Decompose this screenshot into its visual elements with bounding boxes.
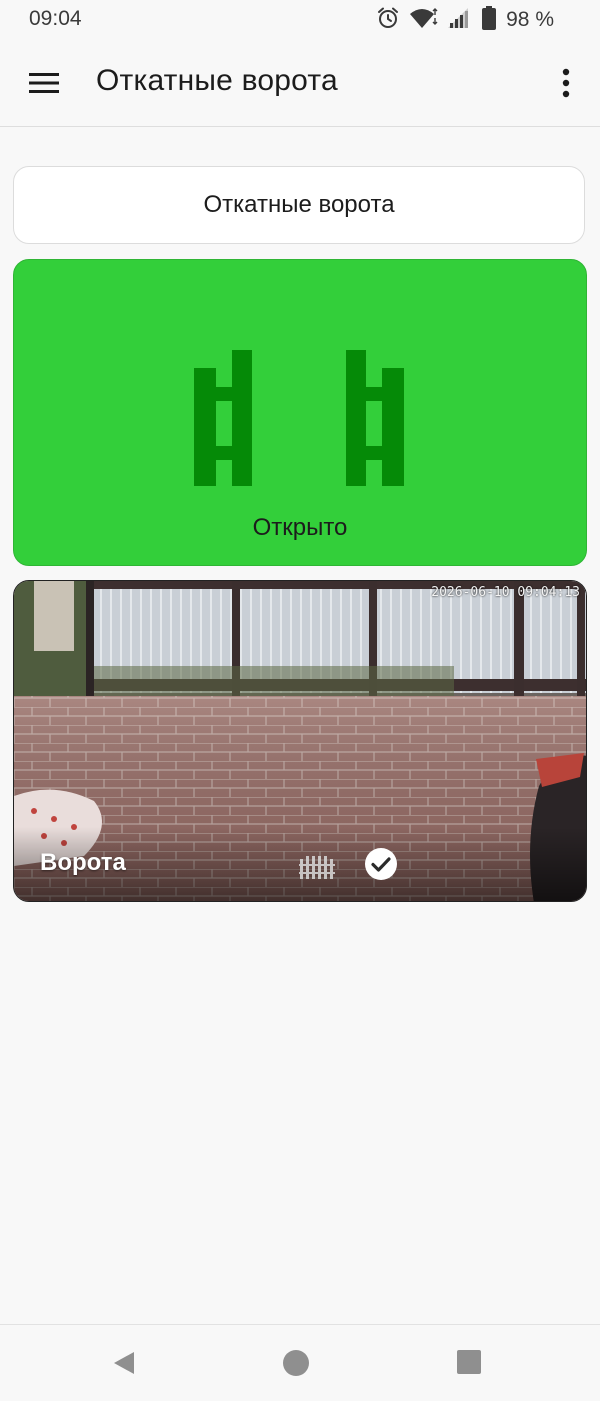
more-vert-icon [562,68,570,98]
page-title: Откатные ворота [96,64,338,97]
home-icon [283,1350,309,1376]
camera-preview[interactable]: 2026-06-10 09:04:13 Ворота [13,580,587,902]
signal-icon [446,6,474,35]
system-nav-bar [0,1324,600,1401]
back-icon [114,1352,134,1374]
recents-icon [457,1350,481,1374]
battery-icon [482,5,497,35]
status-icons: 98 % [376,5,554,35]
alarm-icon [376,6,400,35]
gate-status-card[interactable]: Открыто [13,259,587,566]
home-button[interactable] [282,1349,310,1382]
device-name-card: Откатные ворота [13,166,585,244]
camera-label: Ворота [40,849,126,876]
device-name: Откатные ворота [203,191,395,218]
camera-timestamp: 2026-06-10 09:04:13 [431,585,580,600]
more-options-button[interactable] [554,59,578,107]
status-bar: 09:04 98 % [0,0,600,40]
wifi-icon [408,6,438,35]
app-bar: Откатные ворота [0,40,600,127]
gate-open-icon [194,350,404,486]
menu-icon [29,73,59,93]
battery-percent: 98 % [506,8,554,31]
check-circle-icon [365,848,397,880]
menu-button[interactable] [20,59,68,107]
fence-icon [299,856,335,879]
status-time: 09:04 [29,7,82,30]
recents-button[interactable] [456,1349,482,1380]
gate-status-label: Открыто [252,514,348,541]
back-button[interactable] [110,1349,138,1382]
